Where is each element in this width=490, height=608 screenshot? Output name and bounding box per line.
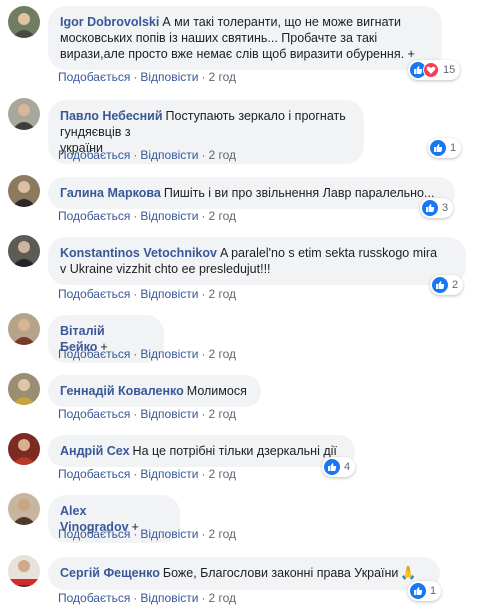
reaction-count[interactable]: 3 (420, 198, 454, 218)
comment-text: На це потрібні тільки дзеркальні дії (132, 444, 337, 458)
comment-author[interactable]: Igor Dobrovolski (60, 15, 159, 29)
comment-text: Молимося (186, 384, 247, 398)
avatar[interactable] (8, 235, 40, 267)
timestamp[interactable]: 2 год (208, 407, 236, 421)
reply-button[interactable]: Відповісти (140, 70, 198, 84)
like-icon (430, 140, 446, 156)
timestamp[interactable]: 2 год (208, 591, 236, 605)
like-icon (422, 200, 438, 216)
folded-hands-icon: 🙏 (400, 566, 417, 581)
like-button[interactable]: Подобається (58, 467, 130, 481)
avatar[interactable] (8, 313, 40, 345)
comment-text: А ми такі толеранти, що не може вигнати (162, 15, 401, 29)
reply-button[interactable]: Відповісти (140, 407, 198, 421)
reaction-number: 1 (450, 142, 457, 154)
comment-bubble: Андрій Сех На це потрібні тільки дзеркаль… (48, 435, 355, 467)
comment-actions: Подобається · Відповісти · 2 год (58, 287, 236, 301)
reaction-count[interactable]: 2 (430, 275, 464, 295)
like-button[interactable]: Подобається (58, 287, 130, 301)
like-button[interactable]: Подобається (58, 209, 130, 223)
comment-text: v Ukraine vizzhit chto ee presledujut!!! (60, 262, 271, 276)
comment-actions: Подобається · Відповісти · 2 год (58, 407, 236, 421)
reaction-number: 2 (452, 279, 459, 291)
comment-actions: Подобається · Відповісти · 2 год (58, 467, 236, 481)
like-icon (324, 459, 340, 475)
timestamp[interactable]: 2 год (208, 467, 236, 481)
like-button[interactable]: Подобається (58, 407, 130, 421)
avatar[interactable] (8, 98, 40, 130)
avatar[interactable] (8, 493, 40, 525)
comment-text: московських попів із наших святинь... Пр… (60, 31, 378, 45)
comment-actions: Подобається · Відповісти · 2 год (58, 527, 236, 541)
like-icon (432, 277, 448, 293)
love-icon (423, 62, 439, 78)
timestamp[interactable]: 2 год (208, 527, 236, 541)
timestamp[interactable]: 2 год (208, 70, 236, 84)
comment-actions: Подобається · Відповісти · 2 год (58, 70, 236, 84)
reply-button[interactable]: Відповісти (140, 148, 198, 162)
comment-bubble: Konstantinos Vetochnikov A paralel'no s e… (48, 237, 466, 285)
comment-author[interactable]: Сергій Фещенко (60, 566, 160, 580)
reaction-number: 3 (442, 202, 449, 214)
comment-text: Пишіть і ви про звільнення Лавр паралель… (163, 186, 435, 200)
reaction-count[interactable]: 15 (408, 60, 461, 80)
comment-actions: Подобається · Відповісти · 2 год (58, 591, 236, 605)
comment-text: A paralel'no s etim sekta russkogo mira (219, 246, 438, 260)
comment-author[interactable]: Андрій Сех (60, 444, 130, 458)
comment-actions: Подобається · Відповісти · 2 год (58, 209, 236, 223)
comment-author[interactable]: Галина Маркова (60, 186, 161, 200)
like-button[interactable]: Подобається (58, 527, 130, 541)
comment-actions: Подобається · Відповісти · 2 год (58, 148, 236, 162)
like-icon (410, 583, 426, 599)
avatar[interactable] (8, 433, 40, 465)
reply-button[interactable]: Відповісти (140, 287, 198, 301)
like-button[interactable]: Подобається (58, 347, 130, 361)
comment-author[interactable]: Konstantinos Vetochnikov (60, 246, 217, 260)
reaction-number: 15 (443, 64, 456, 76)
comment-bubble: Igor Dobrovolski А ми такі толеранти, що … (48, 6, 442, 70)
timestamp[interactable]: 2 год (208, 209, 236, 223)
comment-actions: Подобається · Відповісти · 2 год (58, 347, 236, 361)
like-button[interactable]: Подобається (58, 591, 130, 605)
like-button[interactable]: Подобається (58, 70, 130, 84)
comment-bubble: Галина Маркова Пишіть і ви про звільнення… (48, 177, 455, 209)
like-button[interactable]: Подобається (58, 148, 130, 162)
reply-button[interactable]: Відповісти (140, 467, 198, 481)
reply-button[interactable]: Відповісти (140, 527, 198, 541)
comment-text: вирази,але просто вже немає слів щоб вир… (60, 47, 415, 61)
reply-button[interactable]: Відповісти (140, 591, 198, 605)
comment-author[interactable]: Павло Небесний (60, 109, 163, 123)
reply-button[interactable]: Відповісти (140, 347, 198, 361)
timestamp[interactable]: 2 год (208, 347, 236, 361)
comment-text: Боже, Благослови законні права України (162, 566, 399, 580)
comment-author[interactable]: Геннадій Коваленко (60, 384, 184, 398)
reaction-number: 1 (430, 585, 437, 597)
comment-bubble: Геннадій Коваленко Молимося (48, 375, 261, 407)
timestamp[interactable]: 2 год (208, 148, 236, 162)
comment-bubble: Сергій Фещенко Боже, Благослови законні п… (48, 557, 440, 590)
reaction-count[interactable]: 1 (428, 138, 462, 158)
reaction-count[interactable]: 1 (408, 581, 442, 601)
timestamp[interactable]: 2 год (208, 287, 236, 301)
avatar[interactable] (8, 373, 40, 405)
reaction-count[interactable]: 4 (322, 457, 356, 477)
avatar[interactable] (8, 555, 40, 587)
reaction-number: 4 (344, 461, 351, 473)
reply-button[interactable]: Відповісти (140, 209, 198, 223)
avatar[interactable] (8, 175, 40, 207)
avatar[interactable] (8, 6, 40, 38)
